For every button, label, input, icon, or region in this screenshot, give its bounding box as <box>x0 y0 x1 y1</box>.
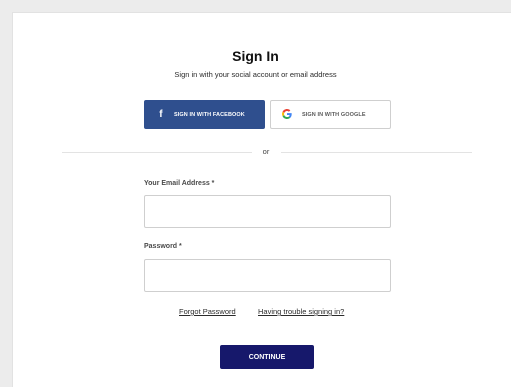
top-gray-bar <box>0 0 511 12</box>
trouble-signing-in-link[interactable]: Having trouble signing in? <box>258 307 344 316</box>
page-title: Sign In <box>232 48 279 64</box>
email-field[interactable] <box>144 195 391 228</box>
facebook-button-label: SIGN IN WITH FACEBOOK <box>174 111 245 118</box>
google-button-label: SIGN IN WITH GOOGLE <box>302 111 366 118</box>
google-sign-in-button[interactable]: SIGN IN WITH GOOGLE <box>270 100 391 129</box>
password-label: Password * <box>144 243 182 250</box>
divider-line-right <box>281 152 472 153</box>
password-field[interactable] <box>144 259 391 292</box>
divider-line-left <box>62 152 252 153</box>
continue-button[interactable]: CONTINUE <box>220 345 314 369</box>
email-label: Your Email Address * <box>144 180 215 187</box>
forgot-password-link[interactable]: Forgot Password <box>179 307 236 316</box>
page-subtitle: Sign in with your social account or emai… <box>174 70 337 79</box>
or-separator: or <box>262 147 270 156</box>
facebook-icon: f <box>159 109 163 120</box>
facebook-sign-in-button[interactable]: f SIGN IN WITH FACEBOOK <box>144 100 265 129</box>
google-icon <box>282 108 292 121</box>
